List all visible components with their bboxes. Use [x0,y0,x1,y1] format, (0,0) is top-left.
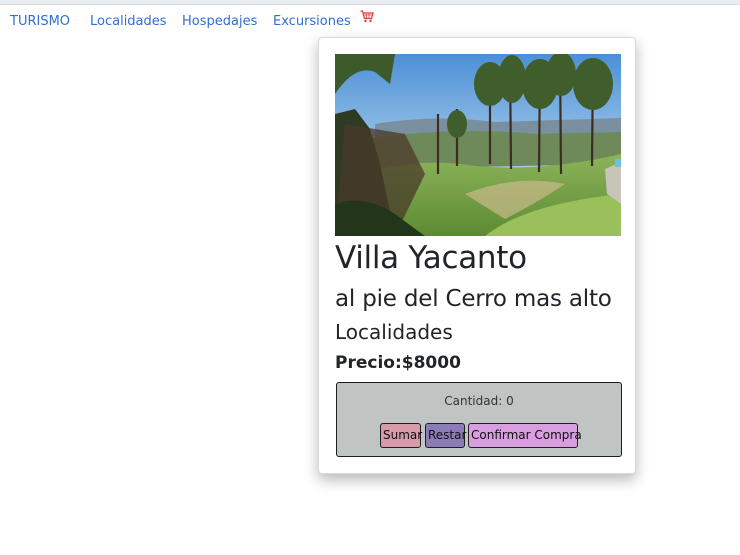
shopping-cart-icon[interactable] [360,10,374,23]
product-card: Villa Yacanto al pie del Cerro mas alto … [318,37,636,474]
nav-item-localidades[interactable]: Localidades [90,12,167,32]
nav-item-hospedajes[interactable]: Hospedajes [182,12,257,32]
landscape-photo [335,54,621,236]
add-button[interactable]: Sumar [380,423,422,448]
destination-category: Localidades [335,320,453,344]
destination-price: Precio:$8000 [335,353,461,373]
quantity-counter: Cantidad: 0 Sumar Restar Confirmar Compr… [336,382,622,457]
destination-title: Villa Yacanto [335,240,527,276]
quantity-label: Cantidad: 0 [444,394,514,408]
nav-item-excursiones[interactable]: Excursiones [273,12,351,32]
top-border [0,0,740,5]
confirm-purchase-button[interactable]: Confirmar Compra [468,423,582,448]
subtract-button[interactable]: Restar [425,423,466,448]
nav-brand-link[interactable]: TURISMO [10,12,70,32]
destination-subtitle: al pie del Cerro mas alto [335,286,612,312]
